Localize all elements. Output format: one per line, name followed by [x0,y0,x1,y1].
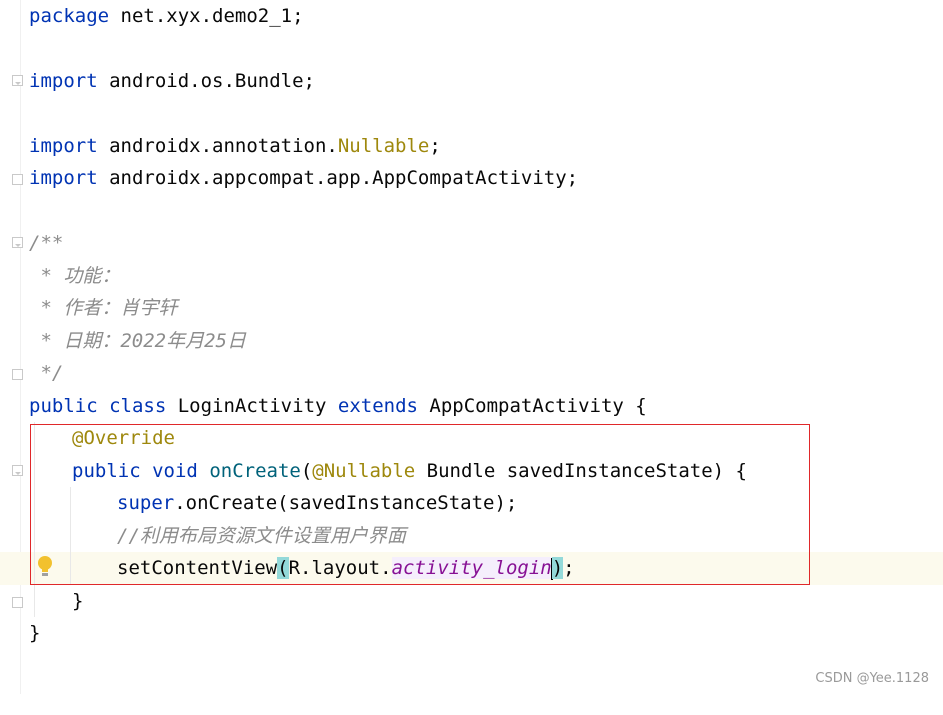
code-line: package net.xyx.demo2_1; [0,0,943,33]
annotation-text: Nullable [337,135,430,157]
code-line: public class LoginActivity extends AppCo… [0,390,943,423]
code-editor[interactable]: package net.xyx.demo2_1; import android.… [0,0,943,694]
code-line: * 功能： [0,260,943,293]
fold-toggle-icon[interactable] [12,75,23,86]
code-line: import android.os.Bundle; [0,65,943,98]
code-text: AppCompatActivity { [417,395,647,417]
closing-brace: } [72,590,84,612]
keyword: class [109,395,167,417]
keyword: import [29,70,98,92]
highlight-box [30,424,810,585]
doc-comment-line: * 功能： [29,265,121,287]
code-line: */ [0,357,943,390]
doc-comment-open: /** [29,232,64,254]
code-text: androidx.appcompat.app.AppCompatActivity… [97,167,579,189]
fold-end-icon[interactable] [12,597,23,608]
code-line: import androidx.annotation.Nullable; [0,130,943,163]
code-line: * 作者：肖宇轩 [0,292,943,325]
watermark: CSDN @Yee.1128 [815,671,929,686]
lightbulb-icon[interactable] [38,556,52,578]
code-line: * 日期：2022年月25日 [0,325,943,358]
code-text: android.os.Bundle; [97,70,315,92]
fold-end-icon[interactable] [12,369,23,380]
keyword: public [29,395,98,417]
doc-comment-close: */ [29,362,64,384]
code-text: net.xyx.demo2_1; [109,5,304,27]
closing-brace: } [29,622,41,644]
doc-comment-line: * 日期：2022年月25日 [29,330,246,352]
class-name: LoginActivity [166,395,338,417]
keyword: import [29,135,98,157]
doc-comment-line: * 作者：肖宇轩 [29,297,178,319]
fold-end-icon[interactable] [12,174,23,185]
keyword: import [29,167,98,189]
code-text: ; [429,135,441,157]
fold-toggle-icon[interactable] [12,237,23,248]
fold-toggle-icon[interactable] [12,465,23,476]
code-line: /** [0,227,943,260]
keyword: extends [337,395,418,417]
code-line: } [0,585,943,618]
code-line: import androidx.appcompat.app.AppCompatA… [0,162,943,195]
keyword: package [29,5,110,27]
code-line: } [0,617,943,650]
code-text: androidx.annotation. [97,135,338,157]
